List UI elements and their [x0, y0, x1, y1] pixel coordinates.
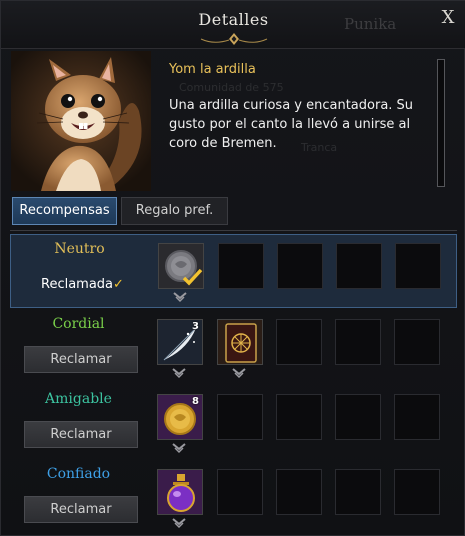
claim-button[interactable]: Reclamar	[24, 496, 138, 523]
reward-slot-empty	[335, 394, 381, 440]
reward-slot[interactable]	[158, 243, 204, 289]
reward-slot-empty	[335, 469, 381, 515]
reward-slot[interactable]	[157, 469, 203, 515]
description-scrollbar[interactable]	[437, 59, 445, 187]
reward-slot-empty	[394, 469, 440, 515]
background-text: Comunidad de 575	[179, 81, 284, 94]
chevron-down-icon	[173, 292, 187, 303]
npc-description: Una ardilla curiosa y encantadora. Su gu…	[169, 98, 414, 151]
card-icon	[218, 320, 262, 364]
close-button[interactable]: X	[437, 7, 459, 29]
reward-slot-empty	[277, 243, 323, 289]
reward-slot[interactable]	[217, 319, 263, 365]
reward-slot[interactable]: 8	[157, 394, 203, 440]
check-icon: ✓	[113, 277, 124, 292]
tier-row-confiado: Confiado Reclamar	[10, 460, 457, 534]
claim-button[interactable]: Reclamar	[24, 346, 138, 373]
potion-icon	[158, 470, 202, 514]
reward-slot-empty	[395, 243, 441, 289]
background-text: Tranca	[301, 141, 338, 154]
claimed-status: Reclamada✓	[41, 277, 124, 292]
details-window: Punika Detalles X Yom la ardilla Comunid…	[0, 0, 465, 536]
reward-slot-empty	[276, 394, 322, 440]
divider	[10, 230, 457, 231]
reward-slot-empty	[218, 243, 264, 289]
window-header: Punika Detalles X	[1, 1, 465, 49]
claim-button[interactable]: Reclamar	[24, 421, 138, 448]
tier-name: Amigable	[45, 391, 112, 407]
squirrel-portrait-icon	[11, 51, 151, 191]
chevron-down-icon	[172, 443, 186, 454]
reward-slot-empty	[217, 394, 263, 440]
reward-slot-empty	[335, 319, 381, 365]
window-title: Detalles	[198, 10, 269, 29]
header-ornament-icon	[200, 33, 268, 45]
npc-name: Yom la ardilla	[169, 62, 256, 77]
tier-name: Neutro	[54, 241, 105, 257]
chevron-down-icon	[232, 368, 246, 379]
tier-row-cordial: Cordial Reclamar 3	[10, 310, 457, 384]
reward-slot-empty	[394, 394, 440, 440]
reward-slot-empty	[217, 469, 263, 515]
chevron-down-icon	[172, 368, 186, 379]
silver-coin-icon	[159, 244, 203, 288]
tier-row-amigable: Amigable Reclamar 8	[10, 385, 457, 459]
reward-slot-empty	[276, 469, 322, 515]
item-count: 8	[192, 396, 199, 407]
tier-name: Cordial	[52, 316, 105, 332]
tier-row-neutro: Neutro Reclamada✓	[10, 234, 457, 308]
tab-preferred-gift[interactable]: Regalo pref.	[121, 197, 228, 225]
tier-name: Confiado	[46, 466, 111, 482]
tab-rewards[interactable]: Recompensas	[12, 197, 117, 225]
reward-slot-empty	[276, 319, 322, 365]
reward-slot[interactable]: 3	[157, 319, 203, 365]
chevron-down-icon	[172, 518, 186, 529]
reward-slot-empty	[336, 243, 382, 289]
item-count: 3	[192, 321, 199, 332]
reward-slot-empty	[394, 319, 440, 365]
claimed-status-label: Reclamada	[41, 277, 114, 292]
